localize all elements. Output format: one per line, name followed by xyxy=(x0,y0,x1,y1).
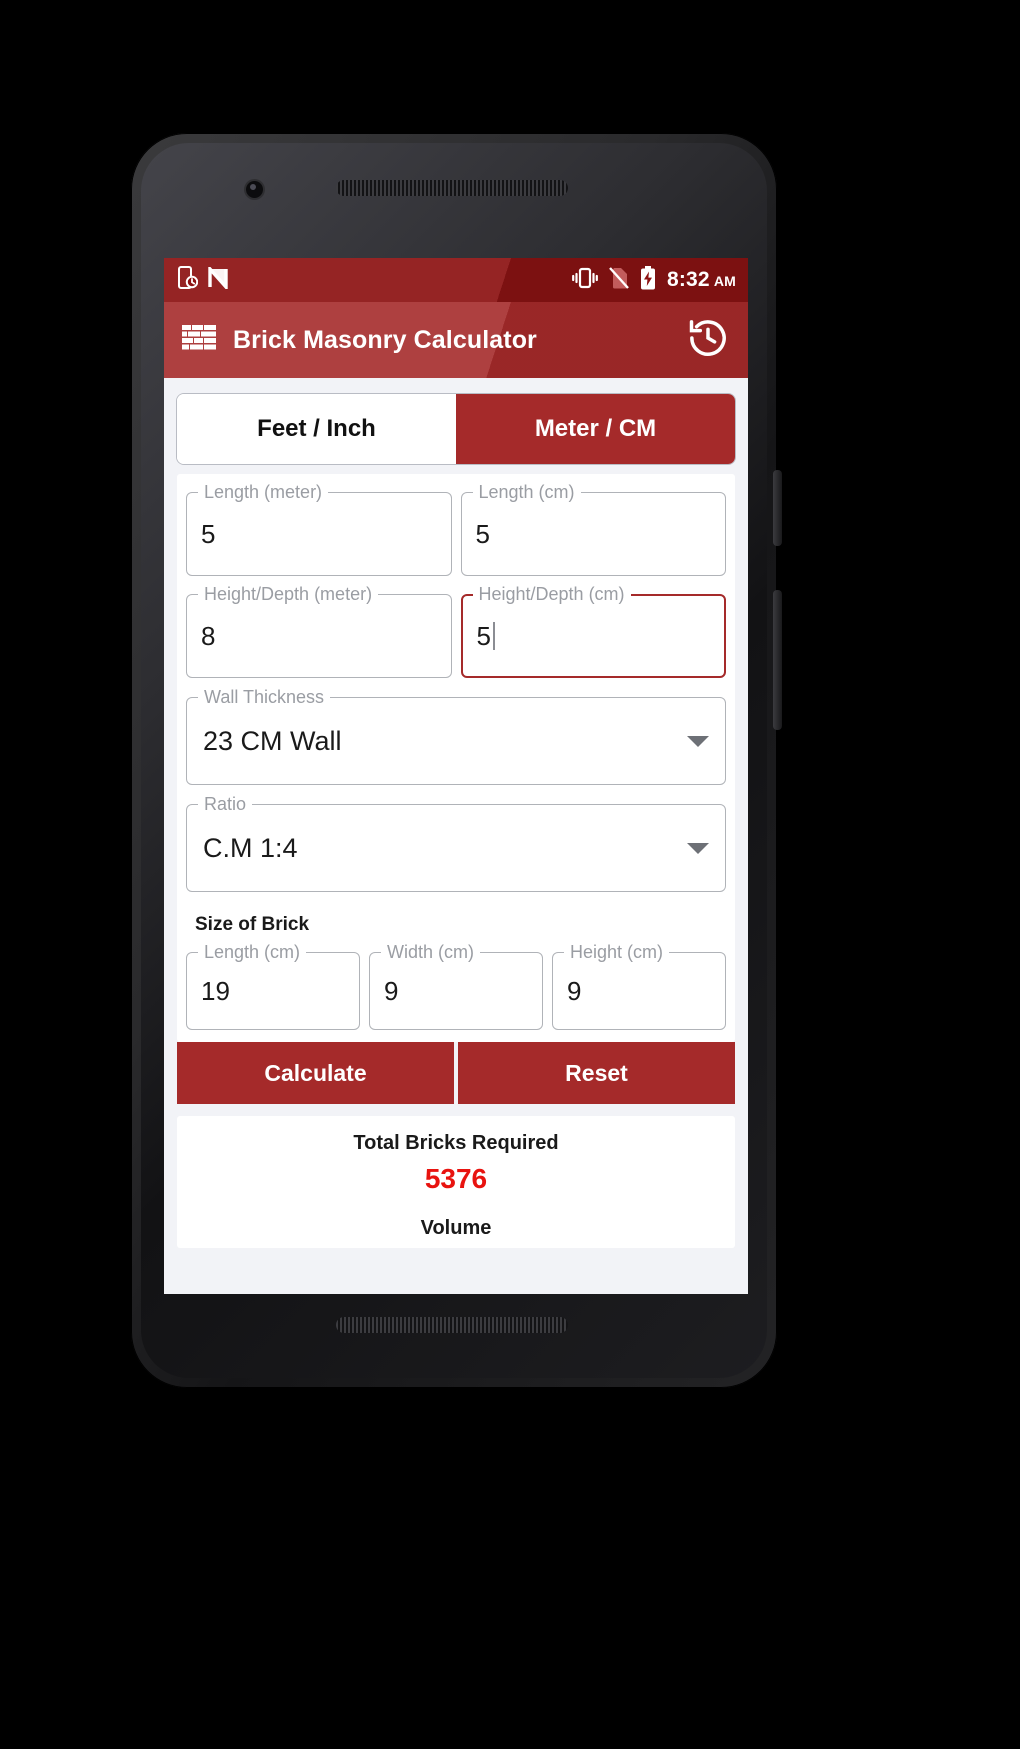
brick-size-row: 19 Length (cm) 9 Width (cm) 9 Height (cm… xyxy=(177,936,735,1042)
length-meter-label: Length (meter) xyxy=(198,482,329,502)
earpiece-speaker xyxy=(336,180,568,196)
phone-screen: 8:32 AM Brick Masonry Calculator Feet / … xyxy=(164,258,748,1294)
brick-width-label: Width (cm) xyxy=(381,942,480,962)
height-meter-value: 8 xyxy=(201,620,216,651)
field-height-cm[interactable]: 5 Height/Depth (cm) xyxy=(460,584,726,678)
ratio-value: C.M 1:4 xyxy=(203,832,298,863)
app-content: Feet / Inch Meter / CM 5 Length (meter) … xyxy=(164,378,748,1294)
battery-charging-icon xyxy=(640,265,656,295)
field-length-cm[interactable]: 5 Length (cm) xyxy=(460,482,726,576)
chevron-down-icon[interactable] xyxy=(687,735,709,747)
field-brick-width[interactable]: 9 Width (cm) xyxy=(369,942,543,1030)
field-length-meter[interactable]: 5 Length (meter) xyxy=(186,482,452,576)
length-cm-label: Length (cm) xyxy=(472,482,581,502)
volume-label: Volume xyxy=(420,1217,492,1239)
calculate-button[interactable]: Calculate xyxy=(177,1042,454,1104)
brick-height-label: Height (cm) xyxy=(564,942,670,962)
app-bar: Brick Masonry Calculator xyxy=(164,302,748,378)
brick-wall-icon xyxy=(182,324,216,356)
brick-height-value: 9 xyxy=(567,975,582,1006)
tab-feet-inch[interactable]: Feet / Inch xyxy=(177,394,456,464)
size-of-brick-title: Size of Brick xyxy=(195,914,310,935)
reset-button[interactable]: Reset xyxy=(458,1042,735,1104)
unit-tab-bar: Feet / Inch Meter / CM xyxy=(177,394,735,464)
status-bar: 8:32 AM xyxy=(164,258,748,302)
height-cm-value: 5 xyxy=(476,620,491,651)
tab-meter-cm[interactable]: Meter / CM xyxy=(456,394,735,464)
height-row: 8 Height/Depth (meter) 5 Height/Depth (c… xyxy=(177,576,735,678)
brick-width-value: 9 xyxy=(384,975,399,1006)
field-brick-length[interactable]: 19 Length (cm) xyxy=(186,942,360,1030)
volume-button[interactable] xyxy=(773,590,782,730)
total-bricks-label: Total Bricks Required xyxy=(353,1132,559,1154)
length-cm-value: 5 xyxy=(475,518,490,549)
height-meter-label: Height/Depth (meter) xyxy=(198,584,379,604)
brick-length-value: 19 xyxy=(201,975,230,1006)
chevron-down-icon[interactable] xyxy=(687,842,709,854)
history-icon[interactable] xyxy=(686,316,730,365)
vibrate-icon xyxy=(572,267,598,294)
field-height-meter[interactable]: 8 Height/Depth (meter) xyxy=(186,584,452,678)
clock-time: 8:32 xyxy=(666,268,710,291)
power-button[interactable] xyxy=(773,470,782,546)
status-bar-left-icons xyxy=(178,258,228,302)
field-ratio[interactable]: C.M 1:4 Ratio xyxy=(186,794,726,892)
field-brick-height[interactable]: 9 Height (cm) xyxy=(552,942,726,1030)
status-bar-right-icons: 8:32 AM xyxy=(572,258,736,302)
field-wall-thickness[interactable]: 23 CM Wall Wall Thickness xyxy=(186,687,726,785)
result-card: Total Bricks Required 5376 Volume xyxy=(177,1116,735,1248)
no-sim-icon xyxy=(609,266,629,294)
nougat-n-icon xyxy=(208,264,228,294)
text-cursor xyxy=(492,622,495,650)
status-bar-clock: 8:32 AM xyxy=(667,268,736,292)
total-bricks-value: 5376 xyxy=(424,1163,488,1194)
length-meter-value: 5 xyxy=(201,518,216,549)
front-camera xyxy=(246,181,263,198)
length-row: 5 Length (meter) 5 Length (cm) xyxy=(177,474,735,576)
input-form-card: 5 Length (meter) 5 Length (cm) 8 Height/… xyxy=(177,474,735,1042)
phone-with-clock-icon xyxy=(178,265,199,295)
wall-thickness-value: 23 CM Wall xyxy=(203,725,342,756)
ratio-label: Ratio xyxy=(198,794,253,814)
wall-thickness-label: Wall Thickness xyxy=(198,687,331,707)
action-button-row: Calculate Reset xyxy=(177,1042,735,1104)
height-cm-label: Height/Depth (cm) xyxy=(472,584,631,604)
page-title: Brick Masonry Calculator xyxy=(233,325,537,354)
clock-ampm: AM xyxy=(713,273,736,289)
bottom-speaker xyxy=(336,1317,568,1333)
brick-length-label: Length (cm) xyxy=(198,942,307,962)
